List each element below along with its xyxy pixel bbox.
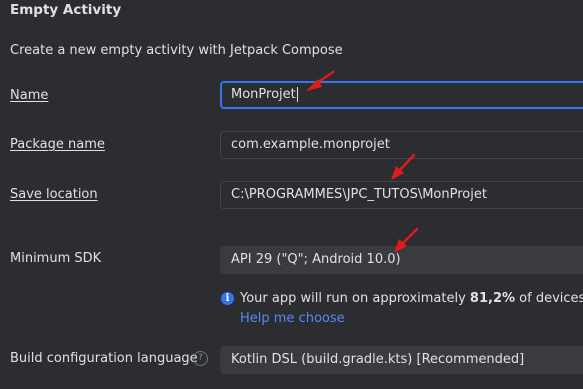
save-location-input[interactable]: C:\PROGRAMMES\JPC_TUTOS\MonProjet: [220, 181, 583, 209]
name-value: MonProjet: [231, 87, 296, 102]
minimum-sdk-label: Minimum SDK: [10, 251, 102, 266]
help-icon[interactable]: ?: [193, 351, 208, 366]
package-name-label: Package name: [10, 137, 105, 152]
name-label: Name: [10, 88, 49, 103]
sdk-coverage-text: Your app will run on approximately 81,2%…: [240, 291, 583, 306]
page-subtitle: Create a new empty activity with Jetpack…: [10, 43, 343, 58]
package-name-input[interactable]: com.example.monprojet: [220, 131, 583, 159]
info-icon: i: [221, 292, 234, 305]
build-language-select[interactable]: Kotlin DSL (build.gradle.kts) [Recommend…: [220, 346, 583, 374]
build-language-label: Build configuration language: [10, 351, 198, 366]
help-me-choose-link[interactable]: Help me choose: [240, 311, 345, 326]
page-title: Empty Activity: [10, 2, 122, 18]
sdk-coverage-percentage: 81,2%: [469, 291, 516, 306]
minimum-sdk-select[interactable]: API 29 ("Q"; Android 10.0): [220, 246, 583, 274]
save-location-label: Save location: [10, 187, 98, 202]
text-cursor: [296, 87, 298, 102]
name-input[interactable]: MonProjet: [220, 81, 583, 109]
